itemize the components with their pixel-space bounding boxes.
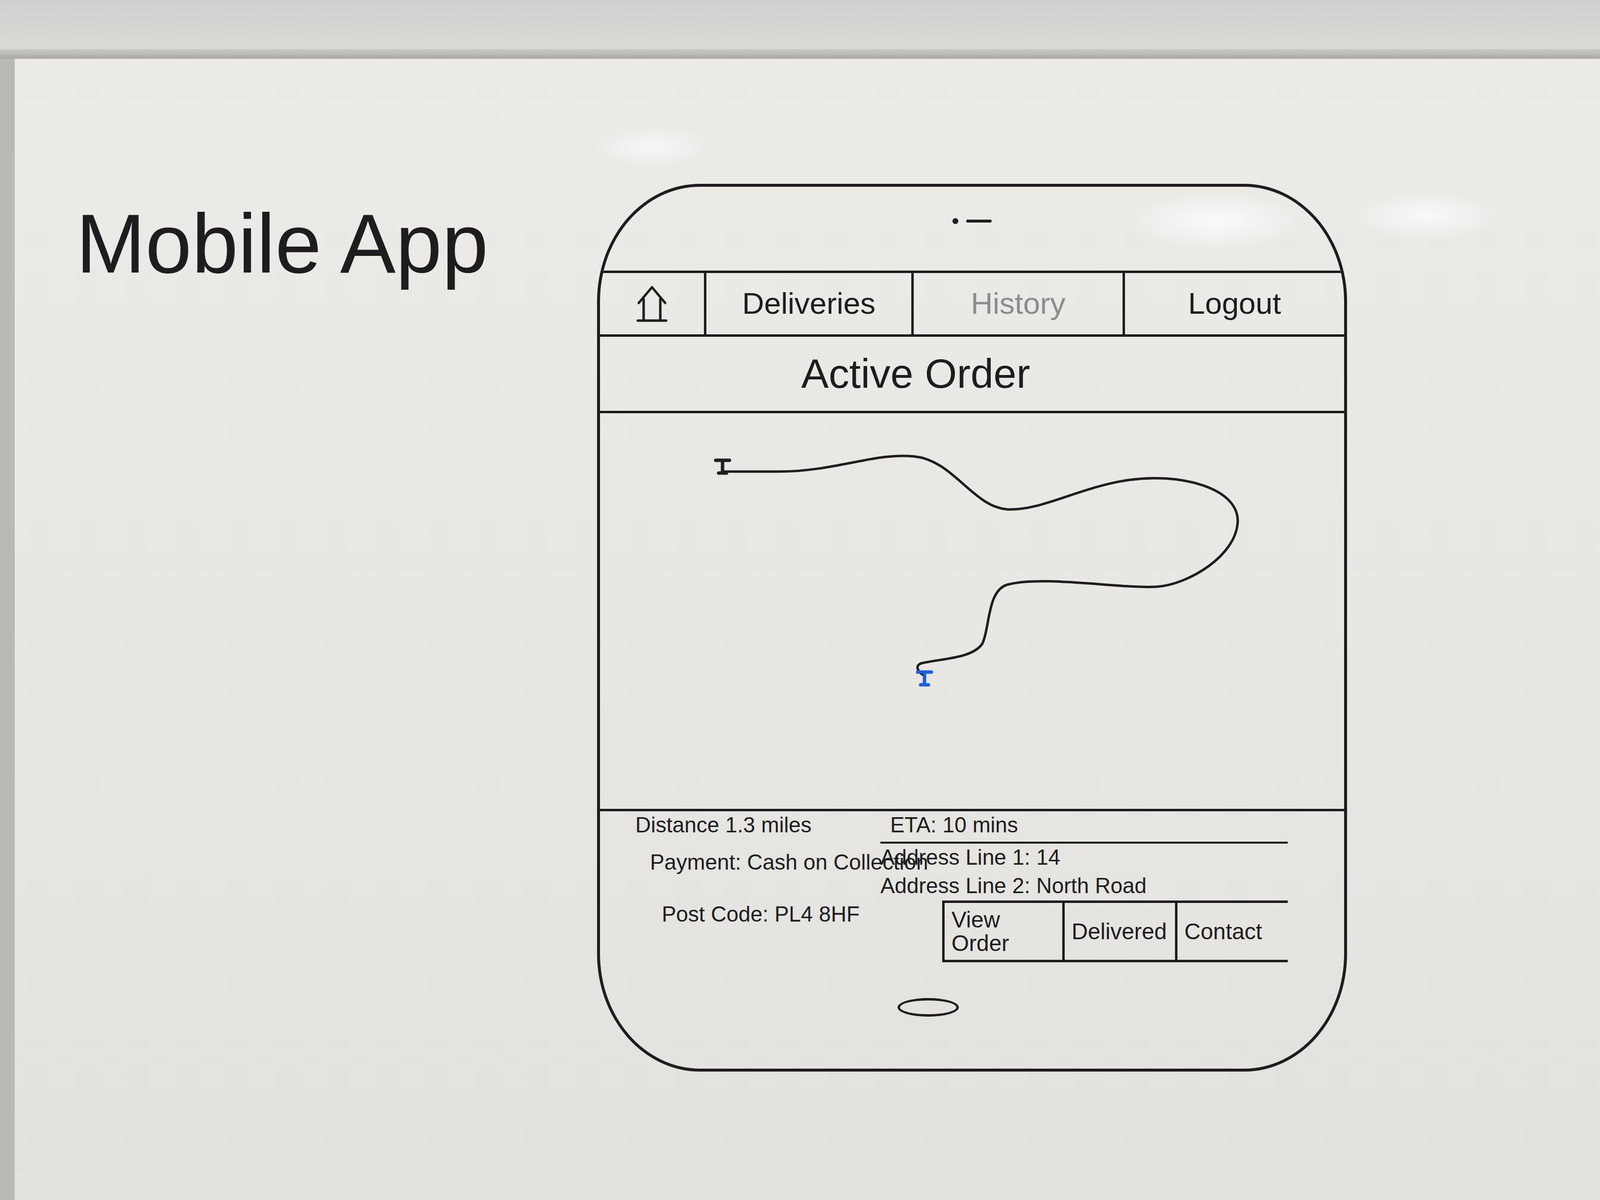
ceiling [0, 0, 1600, 50]
home-button[interactable] [897, 998, 959, 1017]
eta: ETA: 10 mins [880, 811, 1288, 844]
page-header: Active Order [600, 336, 1345, 414]
phone-mockup: DeliveriesHistoryLogoutActive Order Dista… [597, 183, 1348, 1072]
nav-bar: DeliveriesHistoryLogout [600, 270, 1345, 337]
end-pin-icon[interactable] [917, 672, 932, 685]
whiteboard-photo: Mobile AppDeliveriesHistoryLogoutActive … [0, 0, 1600, 1200]
action-button[interactable]: Delivered [1062, 902, 1175, 960]
address-line-2: Address Line 2: North Road [880, 872, 1288, 901]
nav-tab[interactable]: Logout [1122, 273, 1345, 335]
order-info: Distance 1.3 milesETA: 10 minsAddress Li… [600, 811, 1345, 980]
whiteboard: Mobile AppDeliveriesHistoryLogoutActive … [0, 58, 1600, 1200]
route-map[interactable] [600, 413, 1345, 809]
bottom-bezel [600, 979, 1345, 1069]
map-area [600, 413, 1345, 812]
distance: Distance 1.3 miles [635, 811, 881, 844]
title-column: Mobile App [75, 183, 598, 293]
nav-tab[interactable]: Deliveries [703, 273, 912, 335]
board-title: Mobile App [75, 196, 598, 293]
address-line-1: Address Line 1: 14 [880, 843, 1288, 873]
home-icon [634, 284, 670, 324]
post-code: Post Code: PL4 8HF [635, 900, 860, 928]
action-bar: View OrderDeliveredContact [942, 900, 1288, 963]
camera-dot [952, 218, 959, 225]
board-frame [0, 49, 1600, 59]
action-button[interactable]: Contact [1175, 902, 1288, 960]
speaker-slot [966, 219, 992, 223]
post-code-row: Post Code: PL4 8HF View OrderDeliveredCon… [635, 900, 1288, 980]
payment: Payment: Cash on Collection [635, 843, 881, 901]
action-button[interactable]: View Order [944, 902, 1063, 960]
route-line [722, 455, 1238, 676]
home-tab[interactable] [600, 273, 704, 335]
nav-tab[interactable]: History [911, 273, 1123, 335]
start-pin-icon[interactable] [715, 460, 730, 474]
speaker [600, 186, 1345, 271]
